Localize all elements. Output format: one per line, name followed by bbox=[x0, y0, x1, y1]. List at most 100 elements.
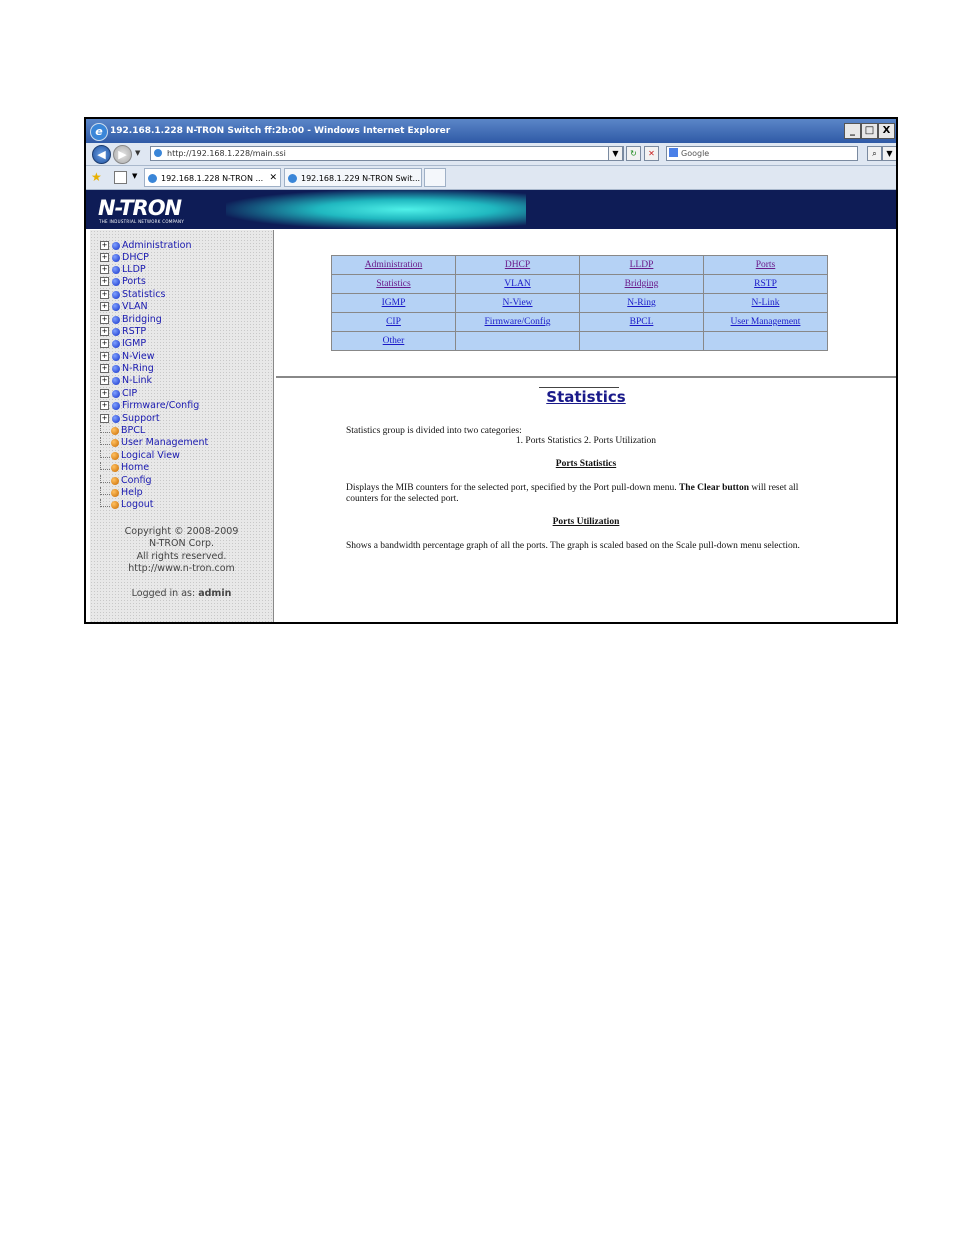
sidebar-item-logical-view[interactable]: Logical View bbox=[100, 450, 180, 462]
menu-link-cip[interactable]: CIP bbox=[332, 313, 455, 331]
sidebar-item-n-link[interactable]: + N-Link bbox=[100, 375, 152, 387]
back-button[interactable]: ◀ bbox=[92, 145, 111, 164]
expand-icon[interactable]: + bbox=[100, 364, 109, 373]
company-line: N-TRON Corp. bbox=[148, 538, 215, 549]
logged-in-status: Logged in as: admin bbox=[90, 588, 273, 599]
search-icon[interactable]: ⌕ bbox=[867, 146, 882, 161]
new-tab-button[interactable] bbox=[424, 168, 446, 187]
menu-link-rstp[interactable]: RSTP bbox=[704, 275, 827, 293]
blue-ball-icon bbox=[112, 265, 120, 274]
tree-line bbox=[100, 450, 110, 458]
expand-icon[interactable]: + bbox=[100, 302, 109, 311]
browser-window: e 192.168.1.228 N-TRON Switch ff:2b:00 -… bbox=[84, 117, 898, 624]
page-title: Statistics bbox=[546, 388, 626, 406]
tab-close-icon[interactable]: ✕ bbox=[269, 169, 277, 186]
expand-icon[interactable]: + bbox=[100, 389, 109, 398]
sidebar-item-administration[interactable]: + Administration bbox=[100, 240, 192, 252]
sidebar-item-igmp[interactable]: + IGMP bbox=[100, 338, 146, 350]
menu-link-dhcp[interactable]: DHCP bbox=[456, 256, 579, 274]
minimize-button[interactable]: _ bbox=[844, 123, 861, 139]
menu-link-n-ring[interactable]: N-Ring bbox=[580, 294, 703, 312]
sidebar-item-config[interactable]: Config bbox=[100, 475, 151, 487]
tab-active[interactable]: 192.168.1.228 N-TRON ... ✕ bbox=[144, 168, 281, 187]
menu-link-administration[interactable]: Administration bbox=[332, 256, 455, 274]
expand-icon[interactable]: + bbox=[100, 352, 109, 361]
expand-icon[interactable]: + bbox=[100, 265, 109, 274]
expand-icon[interactable]: + bbox=[100, 414, 109, 423]
menu-link-n-link[interactable]: N-Link bbox=[704, 294, 827, 312]
expand-icon[interactable]: + bbox=[100, 277, 109, 286]
blue-ball-icon bbox=[112, 327, 120, 336]
maximize-button[interactable]: □ bbox=[861, 123, 878, 139]
menu-link-statistics[interactable]: Statistics bbox=[332, 275, 455, 293]
menu-link-vlan[interactable]: VLAN bbox=[456, 275, 579, 293]
sidebar-item-vlan[interactable]: + VLAN bbox=[100, 301, 148, 313]
ie-logo-icon: e bbox=[90, 123, 108, 141]
menu-link-other[interactable]: Other bbox=[332, 332, 455, 350]
menu-link-n-view[interactable]: N-View bbox=[456, 294, 579, 312]
tab-inactive[interactable]: 192.168.1.229 N-TRON Swit... bbox=[284, 168, 422, 187]
favorites-star-icon[interactable]: ★ bbox=[91, 170, 102, 184]
sidebar-item-home[interactable]: Home bbox=[100, 462, 149, 474]
sidebar-item-user-management[interactable]: User Management bbox=[100, 437, 208, 449]
ntron-banner: N-TRON THE INDUSTRIAL NETWORK COMPANY bbox=[86, 190, 896, 229]
search-input[interactable]: Google bbox=[666, 146, 858, 161]
tree-line bbox=[100, 475, 110, 483]
address-bar: ◀ ▶ ▼ http://192.168.1.228/main.ssi ▼ ↻ … bbox=[86, 143, 896, 166]
expand-icon[interactable]: + bbox=[100, 327, 109, 336]
ports-utilization-heading: Ports Utilization bbox=[552, 517, 620, 527]
quick-tabs-icon[interactable] bbox=[114, 171, 127, 184]
blue-ball-icon bbox=[112, 302, 120, 311]
menu-link-ports[interactable]: Ports bbox=[704, 256, 827, 274]
tree-line bbox=[100, 499, 110, 507]
expand-icon[interactable]: + bbox=[100, 253, 109, 262]
tab-label: 192.168.1.228 N-TRON ... bbox=[161, 174, 264, 183]
sidebar-item-lldp[interactable]: + LLDP bbox=[100, 264, 146, 276]
sidebar-item-n-ring[interactable]: + N-Ring bbox=[100, 363, 154, 375]
clear-button-mention: The Clear button bbox=[678, 483, 749, 493]
expand-icon[interactable]: + bbox=[100, 339, 109, 348]
expand-icon[interactable]: + bbox=[100, 401, 109, 410]
refresh-icon[interactable]: ↻ bbox=[626, 146, 641, 161]
title-bar: e 192.168.1.228 N-TRON Switch ff:2b:00 -… bbox=[86, 119, 896, 143]
forward-button[interactable]: ▶ bbox=[113, 145, 132, 164]
menu-link-bridging[interactable]: Bridging bbox=[580, 275, 703, 293]
orange-ball-icon bbox=[111, 438, 119, 447]
sidebar-item-bpcl[interactable]: BPCL bbox=[100, 425, 145, 437]
sidebar-item-help[interactable]: Help bbox=[100, 487, 143, 499]
sidebar-item-rstp[interactable]: + RSTP bbox=[100, 326, 146, 338]
expand-icon[interactable]: + bbox=[100, 315, 109, 324]
orange-ball-icon bbox=[111, 500, 119, 509]
close-button[interactable]: X bbox=[878, 123, 895, 139]
sidebar-item-cip[interactable]: + CIP bbox=[100, 388, 137, 400]
blue-ball-icon bbox=[112, 277, 120, 286]
blue-ball-icon bbox=[112, 364, 120, 373]
sidebar-item-support[interactable]: + Support bbox=[100, 413, 160, 425]
ports-utilization-text: Shows a bandwidth percentage graph of al… bbox=[346, 541, 800, 551]
menu-link-bpcl[interactable]: BPCL bbox=[580, 313, 703, 331]
tab-list-icon[interactable]: ▼ bbox=[132, 172, 137, 180]
sidebar-item-dhcp[interactable]: + DHCP bbox=[100, 252, 149, 264]
url-dropdown-icon[interactable]: ▼ bbox=[608, 146, 623, 161]
expand-icon[interactable]: + bbox=[100, 290, 109, 299]
history-dropdown-icon[interactable]: ▼ bbox=[135, 149, 140, 157]
menu-link-igmp[interactable]: IGMP bbox=[332, 294, 455, 312]
orange-ball-icon bbox=[111, 451, 119, 460]
sidebar-item-statistics[interactable]: + Statistics bbox=[100, 289, 165, 301]
sidebar-item-ports[interactable]: + Ports bbox=[100, 276, 146, 288]
blue-ball-icon bbox=[112, 315, 120, 324]
menu-link-firmware-config[interactable]: Firmware/Config bbox=[456, 313, 579, 331]
expand-icon[interactable]: + bbox=[100, 241, 109, 250]
sidebar-item-firmware-config[interactable]: + Firmware/Config bbox=[100, 400, 199, 412]
expand-icon[interactable]: + bbox=[100, 376, 109, 385]
url-input[interactable]: http://192.168.1.228/main.ssi bbox=[150, 146, 624, 161]
stop-icon[interactable]: ✕ bbox=[644, 146, 659, 161]
menu-link-user-management[interactable]: User Management bbox=[704, 313, 827, 331]
menu-link-lldp[interactable]: LLDP bbox=[580, 256, 703, 274]
search-options-icon[interactable]: ▼ bbox=[882, 146, 896, 161]
blue-ball-icon bbox=[112, 414, 120, 423]
orange-ball-icon bbox=[111, 488, 119, 497]
sidebar-item-n-view[interactable]: + N-View bbox=[100, 351, 155, 363]
sidebar-item-bridging[interactable]: + Bridging bbox=[100, 314, 162, 326]
sidebar-item-logout[interactable]: Logout bbox=[100, 499, 154, 511]
